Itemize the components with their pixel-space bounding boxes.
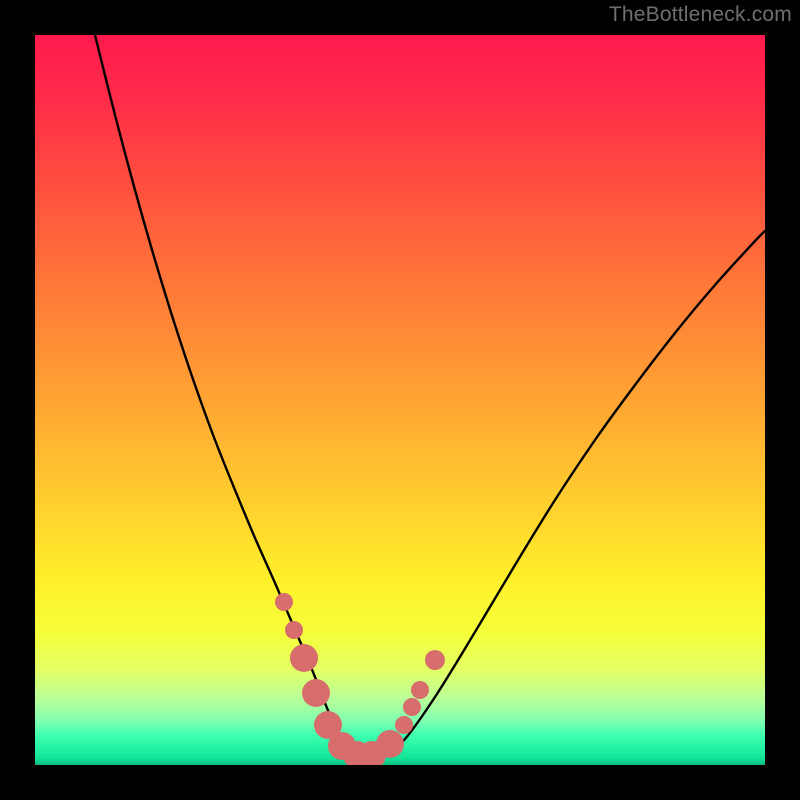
watermark-text: TheBottleneck.com — [609, 3, 792, 27]
gradient-background — [35, 35, 765, 765]
chart-frame: TheBottleneck.com — [0, 0, 800, 800]
plot-area — [35, 35, 765, 765]
